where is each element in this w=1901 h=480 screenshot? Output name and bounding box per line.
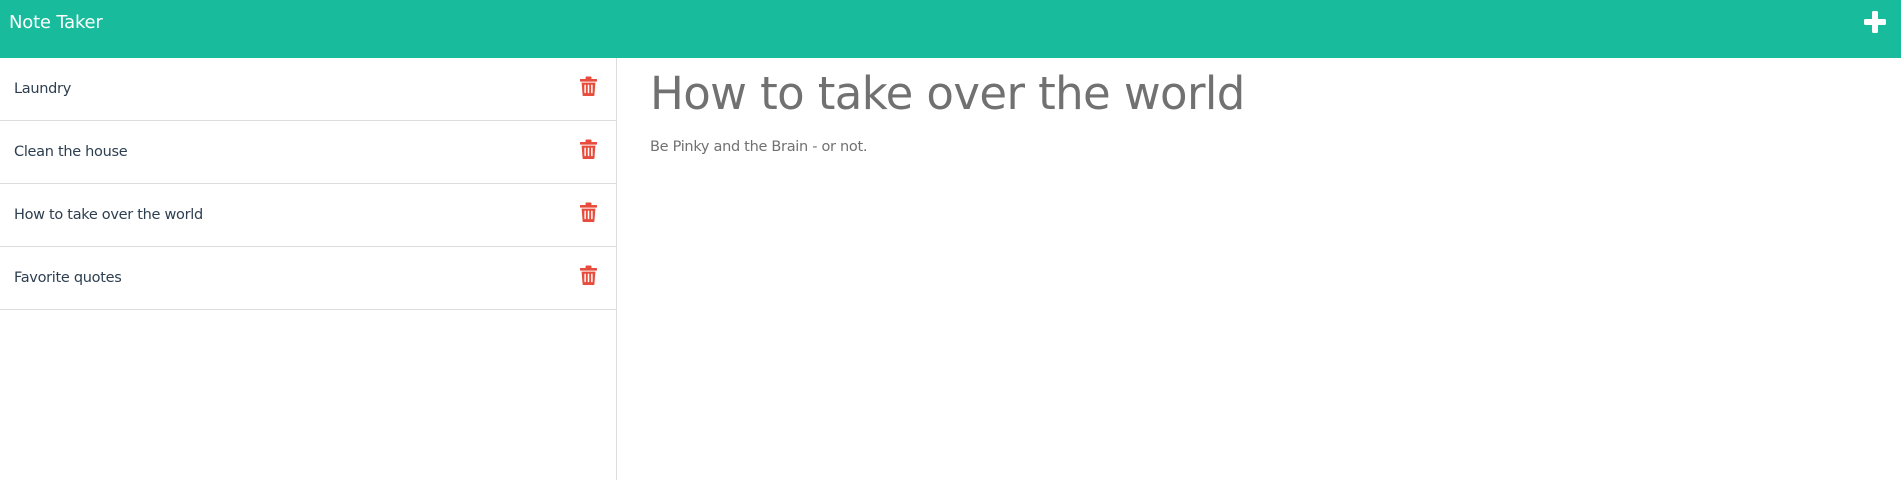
note-editor: How to take over the world Be Pinky and …	[617, 58, 1901, 480]
note-title[interactable]: Clean the house	[14, 144, 128, 160]
trash-icon[interactable]	[580, 139, 597, 159]
trash-icon[interactable]	[580, 76, 597, 96]
note-text-field[interactable]: Be Pinky and the Brain - or not.	[650, 139, 867, 155]
note-list-panel: Laundry Clean the house How to take over…	[0, 58, 617, 480]
list-item[interactable]: Favorite quotes	[0, 247, 616, 310]
navbar: Note Taker	[0, 0, 1901, 58]
plus-icon[interactable]	[1863, 10, 1887, 34]
list-item[interactable]: How to take over the world	[0, 184, 616, 247]
app-title[interactable]: Note Taker	[9, 12, 103, 33]
list-item[interactable]: Clean the house	[0, 121, 616, 184]
note-title[interactable]: How to take over the world	[14, 207, 203, 223]
note-list: Laundry Clean the house How to take over…	[0, 58, 616, 310]
trash-icon[interactable]	[580, 202, 597, 222]
note-title-field[interactable]: How to take over the world	[650, 67, 1245, 120]
note-title[interactable]: Favorite quotes	[14, 270, 122, 286]
list-item[interactable]: Laundry	[0, 58, 616, 121]
note-title[interactable]: Laundry	[14, 81, 71, 97]
trash-icon[interactable]	[580, 265, 597, 285]
